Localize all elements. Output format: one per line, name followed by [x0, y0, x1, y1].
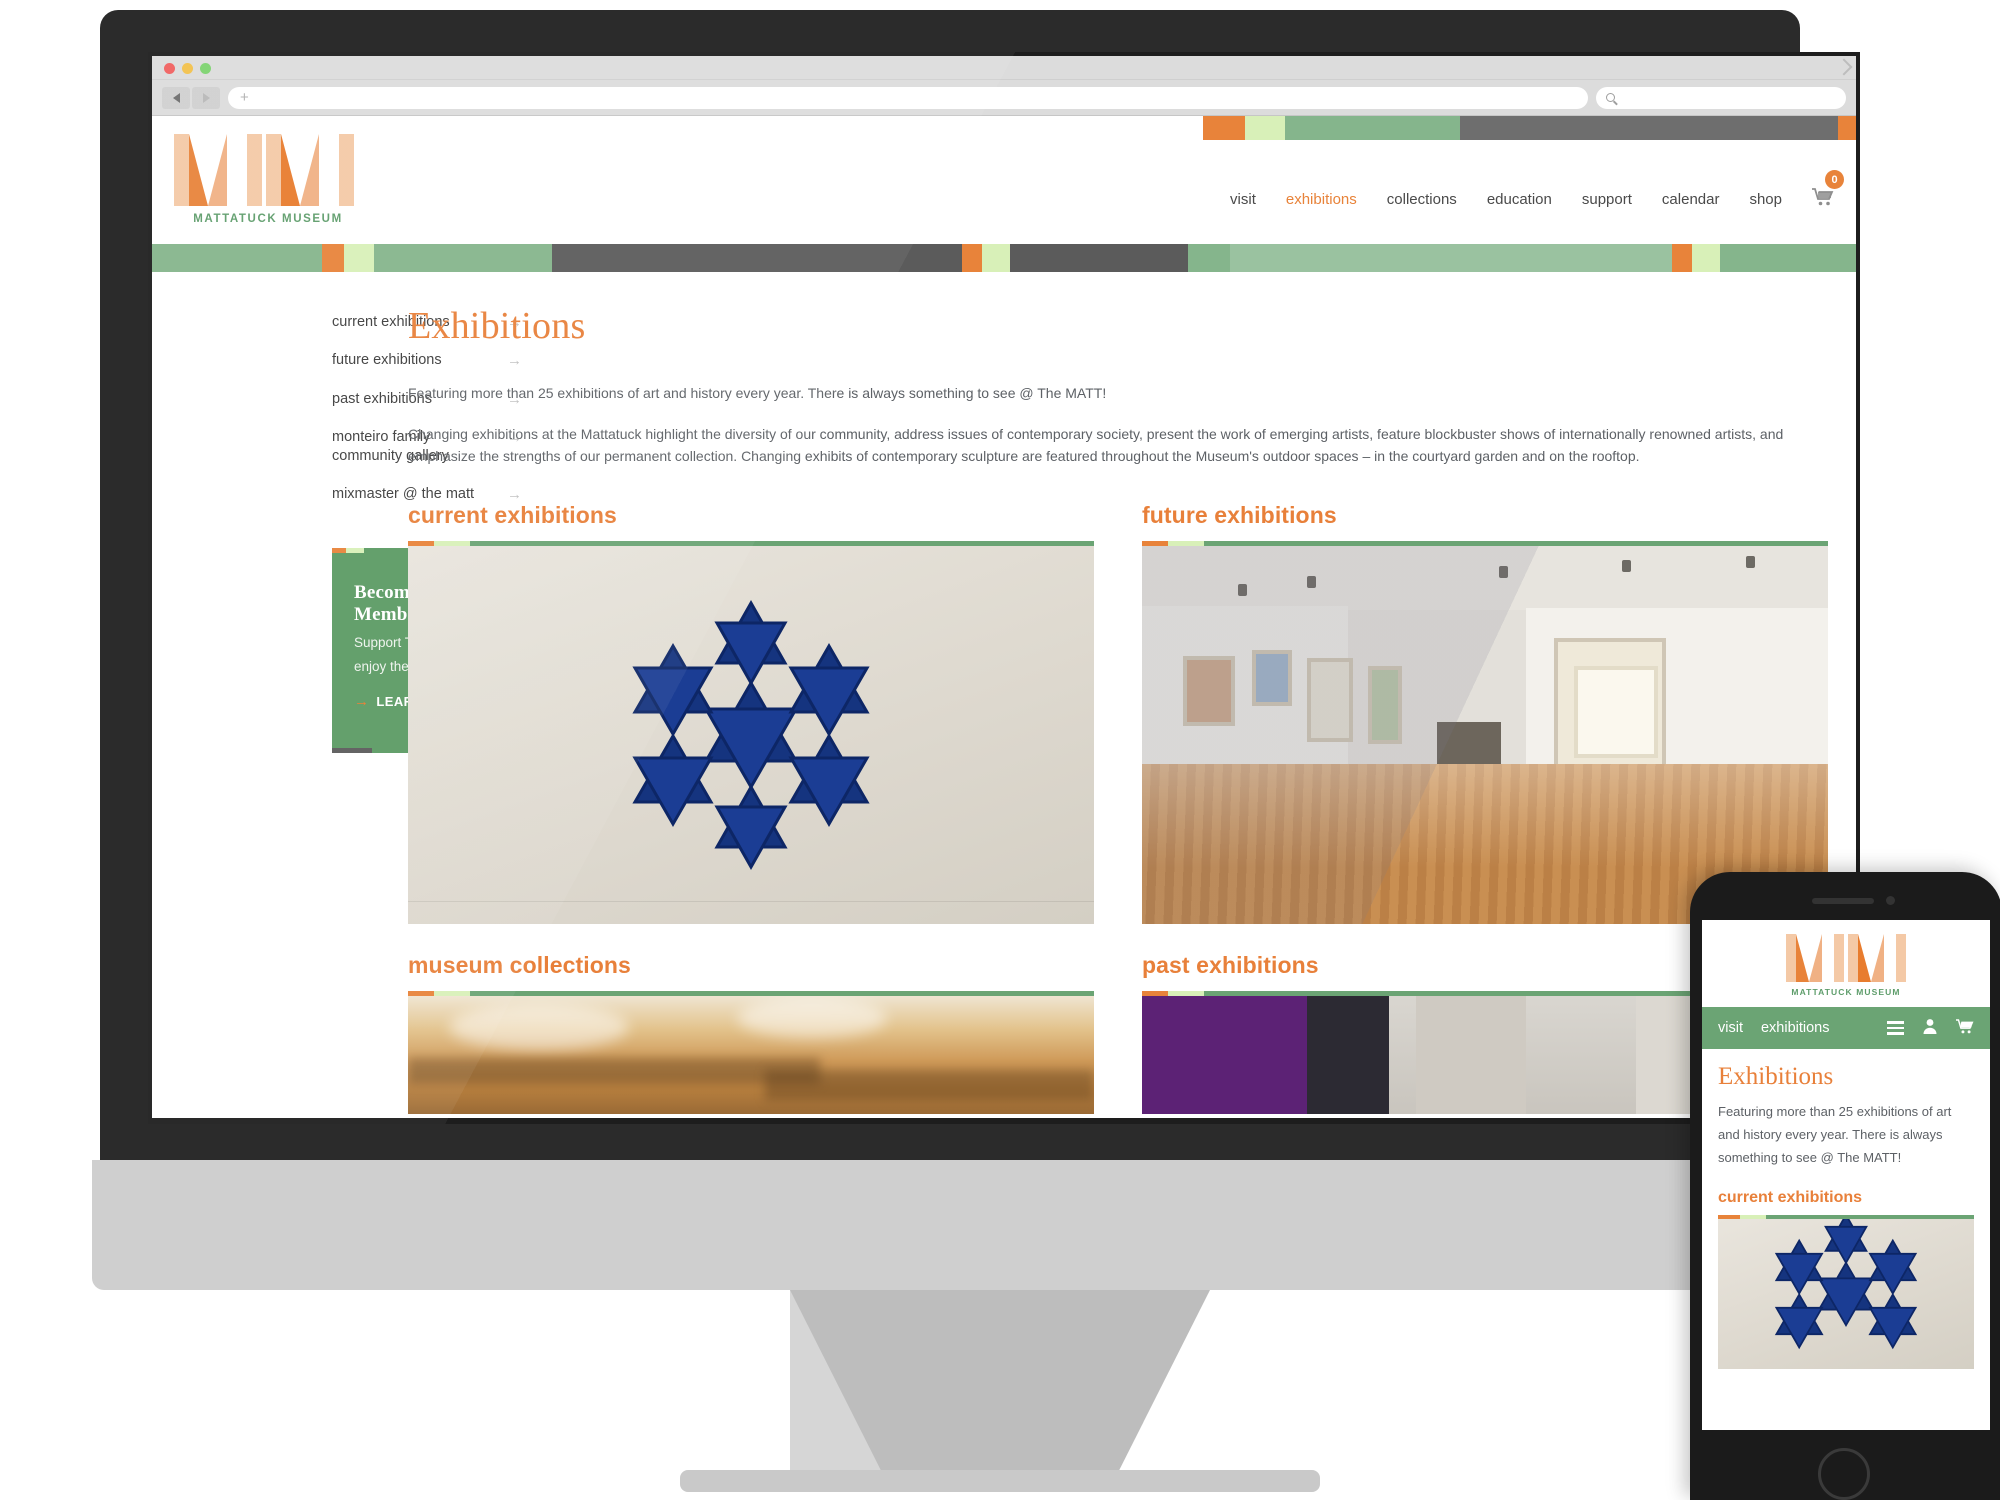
- screenshot-stage: + MATTATUCK MUSEUM visit exhibitions col…: [0, 0, 2000, 1500]
- mobile-nav-item-exhibitions[interactable]: exhibitions: [1761, 1020, 1830, 1036]
- logo-letter-m-1: [1786, 934, 1844, 982]
- intro-paragraph-1: Featuring more than 25 exhibitions of ar…: [408, 385, 1107, 401]
- card-future-exhibitions[interactable]: future exhibitions: [1142, 502, 1828, 925]
- logo-letter-m-2: [266, 134, 354, 206]
- nav-buttons[interactable]: [162, 86, 220, 109]
- logo-mark: [174, 134, 362, 206]
- browser-titlebar: [152, 56, 1856, 80]
- logo-mark: [1702, 934, 1990, 982]
- intro-text: Featuring more than 25 exhibitions of ar…: [408, 382, 1828, 468]
- site-header: MATTATUCK MUSEUM visit exhibitions colle…: [152, 116, 1856, 244]
- card-image-landscape-painting: [408, 996, 1094, 1115]
- resize-grip-icon[interactable]: [1835, 58, 1853, 76]
- mobile-page-title: Exhibitions: [1718, 1063, 1834, 1090]
- mobile-site-logo[interactable]: MATTATUCK MUSEUM: [1702, 920, 1990, 1007]
- phone-speaker: [1812, 898, 1874, 904]
- intro-paragraph-2: Changing exhibitions at the Mattatuck hi…: [408, 425, 1784, 465]
- forward-button[interactable]: [192, 86, 220, 109]
- card-title: current exhibitions: [408, 502, 617, 529]
- back-button[interactable]: [162, 86, 190, 109]
- page-content: current exhibitions → future exhibitions…: [152, 272, 1856, 1115]
- card-image-blue-star-sculpture: [408, 546, 1094, 925]
- header-color-stripe: [1203, 116, 1856, 140]
- card-image-gallery-interior: [1142, 546, 1828, 925]
- cart-button[interactable]: 0: [1812, 170, 1844, 210]
- logo-caption: MATTATUCK MUSEUM: [193, 213, 343, 225]
- card-title: future exhibitions: [1142, 502, 1337, 529]
- page-title: Exhibitions: [408, 305, 586, 347]
- logo-letter-m-1: [174, 134, 262, 206]
- nav-item-exhibitions[interactable]: exhibitions: [1286, 191, 1357, 208]
- logo-letter-m-2: [1848, 934, 1906, 982]
- nav-item-support[interactable]: support: [1582, 191, 1632, 208]
- account-icon[interactable]: [1922, 1018, 1938, 1038]
- phone-screen: MATTATUCK MUSEUM visit exhibitions Exhib…: [1702, 920, 1990, 1430]
- exhibition-cards-grid: current exhibitions future exhibitions m…: [408, 502, 1828, 1115]
- monitor-base: [92, 1160, 1808, 1290]
- phone-home-button[interactable]: [1818, 1448, 1870, 1500]
- mobile-card-title: current exhibitions: [1718, 1189, 1863, 1207]
- mobile-intro-text: Featuring more than 25 exhibitions of ar…: [1718, 1104, 1952, 1165]
- star-sculpture-artwork: [632, 599, 870, 871]
- mobile-navigation: visit exhibitions: [1702, 1007, 1990, 1049]
- arrow-right-icon: →: [354, 693, 370, 711]
- minimize-icon[interactable]: [182, 63, 193, 74]
- mobile-nav-item-visit[interactable]: visit: [1718, 1020, 1743, 1036]
- nav-item-visit[interactable]: visit: [1230, 191, 1256, 208]
- search-icon: [1606, 93, 1615, 102]
- mobile-content: Exhibitions Featuring more than 25 exhib…: [1702, 1049, 1990, 1370]
- mobile-nav-icons: [1887, 1018, 1974, 1038]
- cart-count-badge: 0: [1825, 170, 1844, 189]
- nav-item-education[interactable]: education: [1487, 191, 1552, 208]
- browser-window: + MATTATUCK MUSEUM visit exhibitions col…: [152, 56, 1856, 1118]
- cart-icon[interactable]: [1956, 1018, 1974, 1038]
- mobile-card-image-blue-star-sculpture: [1718, 1219, 1974, 1370]
- nav-item-shop[interactable]: shop: [1749, 191, 1782, 208]
- nav-item-calendar[interactable]: calendar: [1662, 191, 1720, 208]
- close-icon[interactable]: [164, 63, 175, 74]
- menu-icon[interactable]: [1887, 1021, 1904, 1035]
- sidebar: current exhibitions → future exhibitions…: [152, 304, 522, 1114]
- section-color-stripe: [152, 244, 1856, 272]
- new-tab-icon[interactable]: +: [240, 90, 249, 105]
- mobile-logo-caption: MATTATUCK MUSEUM: [1791, 987, 1901, 997]
- maximize-icon[interactable]: [200, 63, 211, 74]
- site-logo[interactable]: MATTATUCK MUSEUM: [174, 134, 362, 225]
- address-bar[interactable]: +: [228, 86, 1588, 109]
- cart-icon: [1812, 188, 1834, 210]
- phone-camera: [1886, 896, 1895, 905]
- browser-search-field[interactable]: [1596, 86, 1846, 109]
- main-navigation: visit exhibitions collections education …: [1230, 170, 1844, 210]
- card-current-exhibitions[interactable]: current exhibitions: [408, 502, 1094, 925]
- star-sculpture-artwork: [1774, 1219, 1918, 1350]
- main-column: Exhibitions Featuring more than 25 exhib…: [388, 304, 1856, 1115]
- window-controls[interactable]: [164, 63, 211, 74]
- monitor-foot: [680, 1470, 1320, 1492]
- card-title: museum collections: [408, 952, 631, 979]
- card-museum-collections[interactable]: museum collections: [408, 952, 1094, 1115]
- browser-toolbar: +: [152, 80, 1856, 116]
- web-page: MATTATUCK MUSEUM visit exhibitions colle…: [152, 116, 1856, 1118]
- nav-item-collections[interactable]: collections: [1387, 191, 1457, 208]
